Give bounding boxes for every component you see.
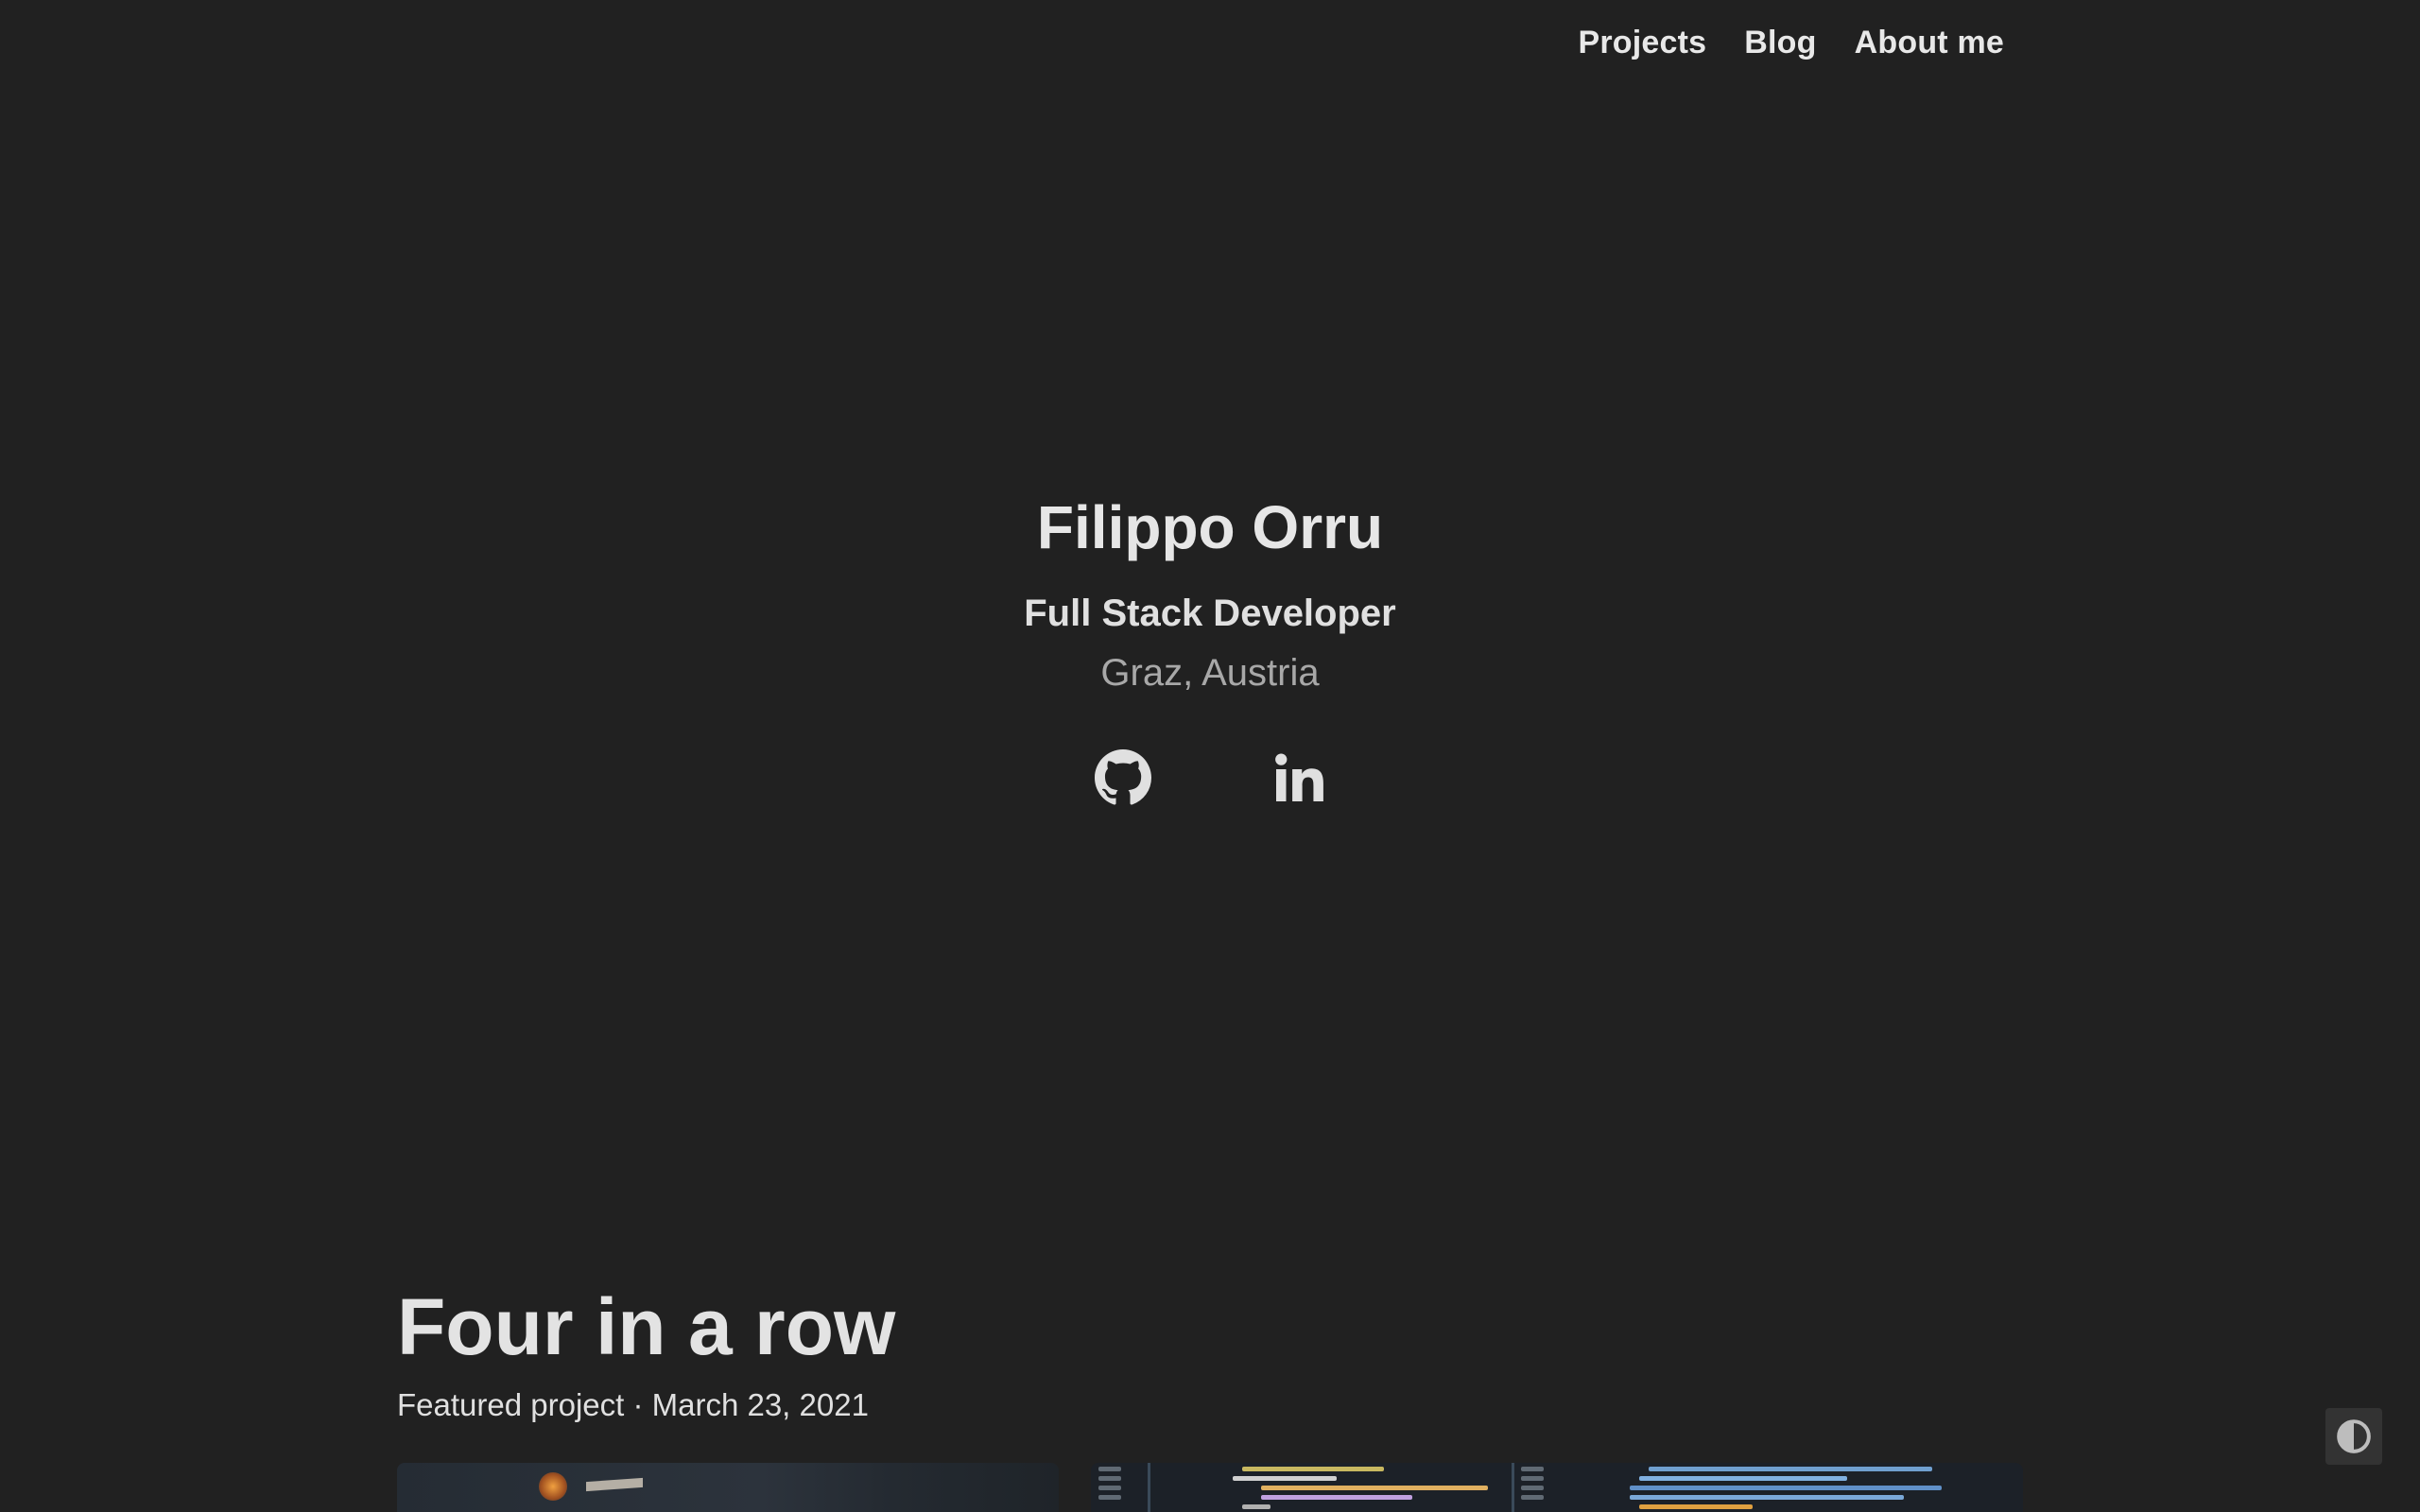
code-line [1639, 1504, 1753, 1509]
line-number [1521, 1476, 1544, 1481]
hero-role: Full Stack Developer [1024, 592, 1396, 634]
hero-location: Graz, Austria [1100, 651, 1320, 694]
hero-name: Filippo Orru [1036, 493, 1384, 561]
line-number [1098, 1476, 1121, 1481]
featured-images [397, 1463, 2023, 1512]
nav-link-blog[interactable]: Blog [1744, 25, 1816, 61]
code-line [1649, 1467, 1932, 1471]
line-number [1521, 1495, 1544, 1500]
line-number [1098, 1495, 1121, 1500]
code-line [1639, 1476, 1847, 1481]
code-line [1233, 1476, 1337, 1481]
image-text-shape [586, 1477, 643, 1492]
featured-project: Four in a row Featured project · March 2… [397, 1283, 2023, 1423]
featured-image-right[interactable] [1091, 1463, 2023, 1512]
page: Projects Blog About me Filippo Orru Full… [0, 0, 2420, 1512]
linkedin-link[interactable] [1267, 747, 1327, 808]
featured-title[interactable]: Four in a row [397, 1283, 2023, 1371]
line-number [1098, 1467, 1121, 1471]
github-icon [1095, 748, 1151, 805]
half-circle-contrast-icon [2337, 1419, 2371, 1453]
nav-link-projects[interactable]: Projects [1579, 25, 1707, 61]
code-gutter [1148, 1463, 1150, 1512]
github-link[interactable] [1093, 747, 1153, 808]
social-links [0, 747, 2420, 808]
code-line [1261, 1486, 1488, 1490]
image-highlight [539, 1472, 567, 1501]
top-nav: Projects Blog About me [1579, 25, 2005, 61]
code-gutter [1512, 1463, 1514, 1512]
code-line [1630, 1486, 1942, 1490]
hero-section: Filippo Orru Full Stack Developer Graz, … [0, 491, 2420, 808]
featured-image-left[interactable] [397, 1463, 1059, 1512]
linkedin-icon [1275, 753, 1323, 801]
featured-meta: Featured project · March 23, 2021 [397, 1387, 869, 1423]
nav-link-about-me[interactable]: About me [1855, 25, 2004, 61]
code-line [1242, 1467, 1384, 1471]
code-line [1242, 1504, 1270, 1509]
code-line [1261, 1495, 1412, 1500]
line-number [1521, 1486, 1544, 1490]
line-number [1098, 1486, 1121, 1490]
code-line [1630, 1495, 1904, 1500]
line-number [1521, 1467, 1544, 1471]
theme-toggle-button[interactable] [2325, 1408, 2382, 1465]
